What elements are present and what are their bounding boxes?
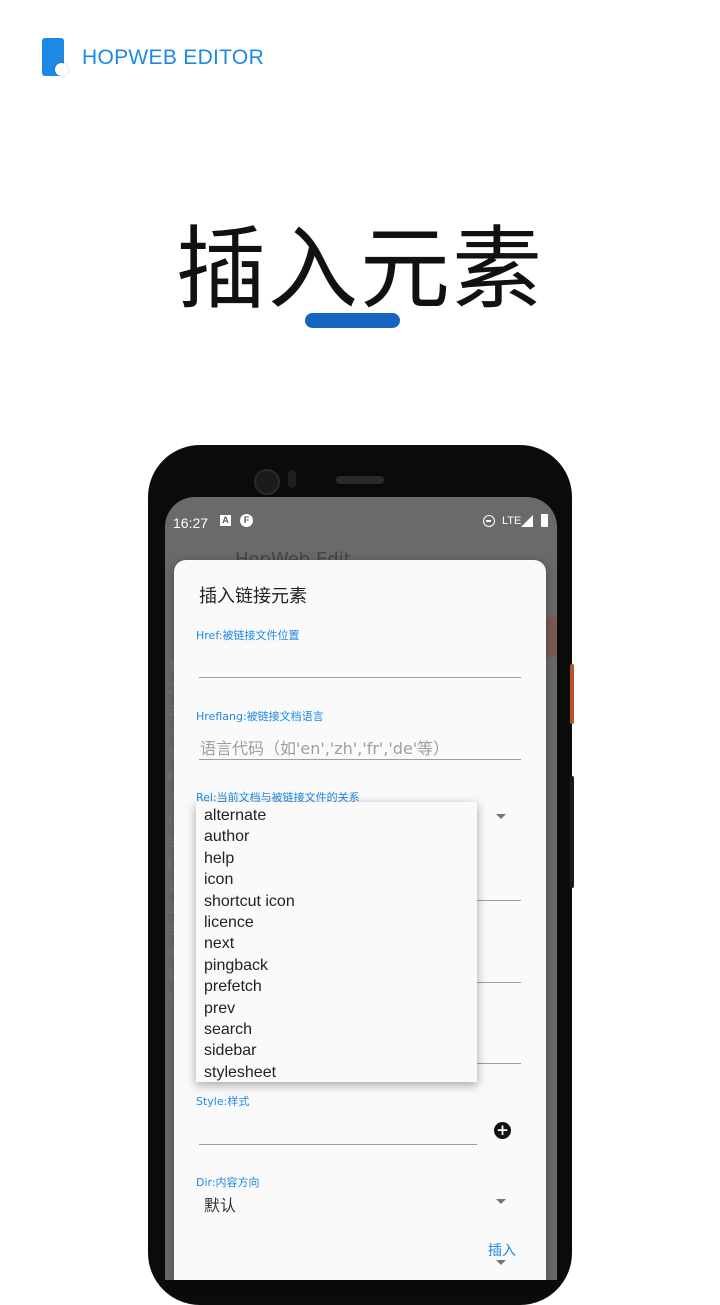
- dir-select[interactable]: 默认: [204, 1192, 236, 1216]
- battery-icon: [541, 514, 548, 527]
- href-label: Href:被链接文件位置: [196, 629, 300, 642]
- insert-button[interactable]: 插入: [488, 1240, 516, 1260]
- brand-name: HOPWEB EDITOR: [82, 46, 265, 69]
- notification-f-icon: F: [240, 514, 253, 527]
- phone-volume-button: [570, 664, 574, 724]
- hidden-field-underline: [477, 1063, 521, 1064]
- notification-a-icon: A: [220, 515, 231, 526]
- hreflang-underline: [199, 759, 521, 760]
- rel-option[interactable]: pingback: [196, 955, 477, 976]
- rel-option[interactable]: stylesheet: [196, 1062, 477, 1083]
- proximity-sensor: [288, 470, 296, 488]
- rel-option[interactable]: next: [196, 933, 477, 954]
- dialog-title: 插入链接元素: [199, 586, 307, 607]
- rel-option[interactable]: licence: [196, 912, 477, 933]
- hero-title: 插入元素: [176, 217, 544, 322]
- phone-power-button: [570, 776, 574, 888]
- add-style-icon[interactable]: +: [494, 1122, 511, 1139]
- status-time: 16:27: [173, 515, 209, 531]
- network-type: LTE: [502, 515, 522, 527]
- app-logo-icon: [42, 38, 68, 78]
- rel-option[interactable]: prefetch: [196, 976, 477, 997]
- style-label: Style:样式: [196, 1095, 250, 1108]
- href-input[interactable]: [199, 677, 521, 678]
- rel-option[interactable]: alternate: [196, 805, 477, 826]
- hreflang-input[interactable]: 语言代码（如'en','zh','fr','de'等）: [200, 735, 449, 759]
- rel-option[interactable]: author: [196, 826, 477, 847]
- signal-icon: [521, 515, 533, 527]
- do-not-disturb-icon: [483, 515, 495, 527]
- rel-option[interactable]: icon: [196, 869, 477, 890]
- status-bar: 16:27 A F LTE: [165, 497, 557, 545]
- rel-options-popup: alternate author help icon shortcut icon lice…: [196, 802, 477, 1082]
- hero-underline: [305, 313, 400, 328]
- rel-option[interactable]: search: [196, 1019, 477, 1040]
- background-code-fragment: [545, 617, 557, 657]
- hidden-field-underline: [477, 982, 521, 983]
- dir-label: Dir:内容方向: [196, 1176, 260, 1189]
- scroll-down-arrow-icon: [496, 1260, 506, 1265]
- rel-options-list: alternate author help icon shortcut icon lice…: [196, 802, 477, 1083]
- dir-dropdown-arrow-icon[interactable]: [496, 1199, 506, 1204]
- rel-option[interactable]: sidebar: [196, 1040, 477, 1061]
- earpiece-speaker: [336, 476, 384, 484]
- rel-option[interactable]: prev: [196, 998, 477, 1019]
- hreflang-label: Hreflang:被链接文档语言: [196, 710, 324, 723]
- brand: HOPWEB EDITOR: [42, 38, 264, 78]
- rel-dropdown-arrow-icon[interactable]: [496, 814, 506, 819]
- hidden-field-underline: [477, 900, 521, 901]
- rel-option[interactable]: shortcut icon: [196, 891, 477, 912]
- front-camera-icon: [254, 469, 280, 495]
- rel-option[interactable]: help: [196, 848, 477, 869]
- style-input[interactable]: [199, 1144, 477, 1145]
